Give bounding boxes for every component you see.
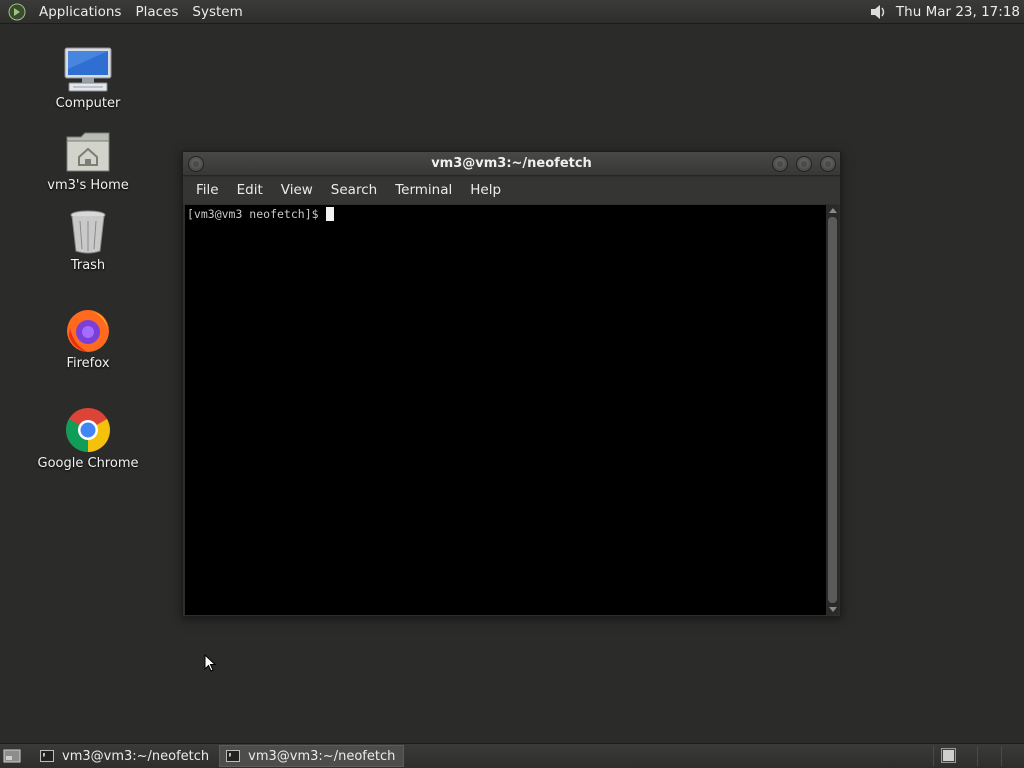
volume-icon[interactable]	[868, 2, 888, 22]
panel-separator	[933, 746, 934, 766]
desktop-icon-home[interactable]: vm3's Home	[28, 128, 148, 193]
menu-search[interactable]: Search	[322, 177, 386, 204]
scroll-thumb[interactable]	[828, 217, 837, 603]
desktop-icon-label: vm3's Home	[47, 178, 129, 193]
trash-icon	[62, 208, 114, 256]
window-menu-button[interactable]	[188, 156, 204, 172]
desktop-icon-chrome[interactable]: Google Chrome	[28, 406, 148, 471]
terminal-menubar: File Edit View Search Terminal Help	[183, 177, 840, 204]
system-menu[interactable]: System	[185, 0, 249, 24]
workspace-indicator	[943, 750, 954, 761]
applications-menu[interactable]: Applications	[32, 0, 128, 24]
menu-help[interactable]: Help	[461, 177, 510, 204]
taskbar-item-label: vm3@vm3:~/neofetch	[248, 748, 396, 764]
menu-view[interactable]: View	[272, 177, 322, 204]
maximize-button[interactable]	[796, 156, 812, 172]
terminal-icon	[40, 750, 54, 762]
minimize-button[interactable]	[772, 156, 788, 172]
menu-edit[interactable]: Edit	[228, 177, 272, 204]
text-cursor	[325, 207, 334, 221]
scroll-up-arrow-icon[interactable]	[829, 208, 837, 213]
top-panel-tray: Thu Mar 23, 17:18	[868, 0, 1024, 24]
terminal-scrollbar[interactable]	[826, 205, 839, 615]
menu-file[interactable]: File	[187, 177, 228, 204]
places-menu[interactable]: Places	[128, 0, 185, 24]
shell-prompt: [vm3@vm3 neofetch]$	[187, 207, 319, 221]
desktop-icon-label: Computer	[55, 96, 121, 111]
bottom-panel: vm3@vm3:~/neofetch vm3@vm3:~/neofetch	[0, 743, 1024, 768]
terminal-window[interactable]: vm3@vm3:~/neofetch File Edit View Search…	[182, 151, 841, 617]
taskbar-item-label: vm3@vm3:~/neofetch	[62, 748, 210, 764]
taskbar-item-terminal-1[interactable]: vm3@vm3:~/neofetch	[34, 745, 217, 767]
mouse-pointer-icon	[204, 654, 216, 672]
show-desktop-icon[interactable]	[0, 744, 24, 768]
scroll-down-arrow-icon[interactable]	[829, 607, 837, 612]
chrome-icon	[62, 406, 114, 454]
window-title: vm3@vm3:~/neofetch	[431, 156, 592, 171]
terminal-screen[interactable]: [vm3@vm3 neofetch]$	[185, 205, 827, 615]
terminal-prompt-line: [vm3@vm3 neofetch]$	[187, 207, 334, 221]
desktop-icon-label: Firefox	[66, 356, 110, 371]
desktop-icon-label: Trash	[70, 258, 106, 273]
workspace-switcher-1[interactable]	[941, 748, 956, 763]
panel-separator	[1001, 746, 1002, 766]
window-titlebar[interactable]: vm3@vm3:~/neofetch	[183, 152, 840, 176]
mate-logo-icon[interactable]	[6, 1, 28, 23]
desktop-icon-label: Google Chrome	[37, 456, 139, 471]
computer-icon	[62, 46, 114, 94]
clock[interactable]: Thu Mar 23, 17:18	[888, 4, 1024, 20]
terminal-icon	[226, 750, 241, 762]
desktop-icon-computer[interactable]: Computer	[28, 46, 148, 111]
panel-separator	[977, 746, 978, 766]
menu-terminal[interactable]: Terminal	[386, 177, 461, 204]
desktop-icon-trash[interactable]: Trash	[28, 208, 148, 273]
close-button[interactable]	[820, 156, 836, 172]
taskbar-item-terminal-2[interactable]: vm3@vm3:~/neofetch	[219, 745, 405, 767]
firefox-icon	[62, 306, 114, 354]
home-folder-icon	[62, 128, 114, 176]
desktop-icon-firefox[interactable]: Firefox	[28, 306, 148, 371]
top-panel: Applications Places System Thu Mar 23, 1…	[0, 0, 1024, 24]
